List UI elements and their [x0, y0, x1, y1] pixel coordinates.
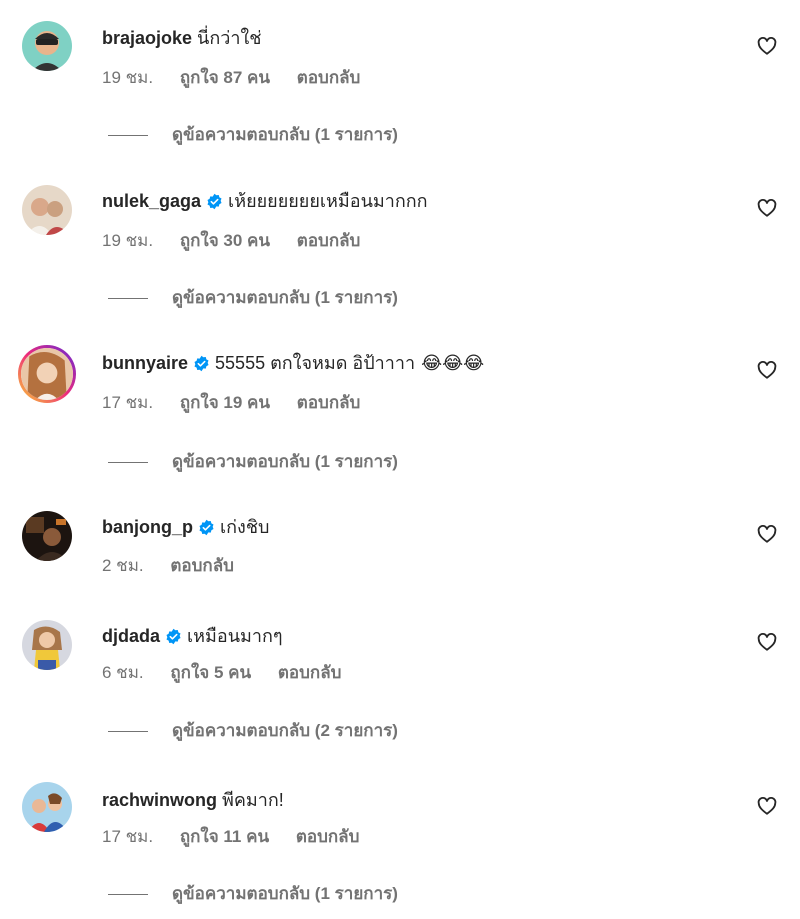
view-replies-label: ดูข้อความตอบกลับ (2 รายการ) — [172, 721, 398, 740]
comment-line: bunnyaire 55555 ตกใจหมด อิป้าาาา 😂😂😂 — [102, 351, 484, 375]
username[interactable]: rachwinwong — [102, 788, 217, 812]
likes-count[interactable]: ถูกใจ 30 คน — [180, 231, 270, 250]
laughing-emoji-icon: 😂😂😂 — [421, 353, 485, 373]
heart-outline-icon[interactable] — [756, 795, 778, 817]
username[interactable]: nulek_gaga — [102, 189, 201, 213]
avatar[interactable] — [22, 185, 72, 235]
reply-button[interactable]: ตอบกลับ — [297, 393, 361, 412]
timestamp[interactable]: 6 ชม. — [102, 663, 144, 682]
username[interactable]: djdada — [102, 624, 160, 648]
verified-badge-icon — [165, 628, 182, 645]
heart-outline-icon[interactable] — [756, 631, 778, 653]
likes-count[interactable]: ถูกใจ 5 คน — [170, 663, 251, 682]
view-replies-label: ดูข้อความตอบกลับ (1 รายการ) — [172, 452, 398, 471]
likes-count[interactable]: ถูกใจ 11 คน — [180, 827, 269, 846]
comment-line: banjong_p เก่งชิบ — [102, 515, 269, 539]
timestamp[interactable]: 19 ชม. — [102, 231, 153, 250]
username[interactable]: banjong_p — [102, 515, 193, 539]
reply-button[interactable]: ตอบกลับ — [297, 231, 361, 250]
comment-meta: 19 ชม. ถูกใจ 30 คน ตอบกลับ — [102, 230, 382, 252]
view-replies-button[interactable]: ดูข้อความตอบกลับ (2 รายการ) — [108, 720, 398, 742]
comment-text: 55555 ตกใจหมด อิป้าาาา — [215, 353, 416, 373]
comment-text: นี่กว่าใช่ — [197, 28, 262, 48]
divider — [108, 893, 148, 895]
divider — [108, 297, 148, 299]
reply-button[interactable]: ตอบกลับ — [170, 556, 234, 575]
username[interactable]: bunnyaire — [102, 351, 188, 375]
comment-text: พีคมาก! — [222, 790, 284, 810]
likes-count[interactable]: ถูกใจ 87 คน — [180, 68, 270, 87]
comment-line: djdada เหมือนมากๆ — [102, 624, 283, 648]
comment-text: เห้ยยยยยยยเหมือนมากกก — [228, 191, 428, 211]
timestamp[interactable]: 2 ชม. — [102, 556, 144, 575]
divider — [108, 461, 148, 463]
comment-line: nulek_gaga เห้ยยยยยยยเหมือนมากกก — [102, 189, 428, 213]
view-replies-button[interactable]: ดูข้อความตอบกลับ (1 รายการ) — [108, 124, 398, 146]
view-replies-label: ดูข้อความตอบกลับ (1 รายการ) — [172, 125, 398, 144]
avatar[interactable] — [22, 620, 72, 670]
reply-button[interactable]: ตอบกลับ — [297, 68, 361, 87]
likes-count[interactable]: ถูกใจ 19 คน — [180, 393, 270, 412]
comment-line: brajaojoke นี่กว่าใช่ — [102, 26, 261, 50]
verified-badge-icon — [206, 193, 223, 210]
comment-meta: 2 ชม. ตอบกลับ — [102, 555, 256, 577]
reply-button[interactable]: ตอบกลับ — [296, 827, 360, 846]
comment-text: เหมือนมากๆ — [187, 626, 283, 646]
view-replies-button[interactable]: ดูข้อความตอบกลับ (1 รายการ) — [108, 883, 398, 905]
verified-badge-icon — [198, 519, 215, 536]
timestamp[interactable]: 17 ชม. — [102, 393, 153, 412]
view-replies-button[interactable]: ดูข้อความตอบกลับ (1 รายการ) — [108, 451, 398, 473]
comment-text: เก่งชิบ — [220, 517, 270, 537]
timestamp[interactable]: 17 ชม. — [102, 827, 153, 846]
heart-outline-icon[interactable] — [756, 197, 778, 219]
view-replies-label: ดูข้อความตอบกลับ (1 รายการ) — [172, 884, 398, 903]
verified-badge-icon — [193, 355, 210, 372]
username[interactable]: brajaojoke — [102, 26, 192, 50]
heart-outline-icon[interactable] — [756, 359, 778, 381]
comment-meta: 17 ชม. ถูกใจ 19 คน ตอบกลับ — [102, 392, 382, 414]
heart-outline-icon[interactable] — [756, 35, 778, 57]
comment-meta: 17 ชม. ถูกใจ 11 คน ตอบกลับ — [102, 826, 381, 848]
view-replies-button[interactable]: ดูข้อความตอบกลับ (1 รายการ) — [108, 287, 398, 309]
comment-meta: 19 ชม. ถูกใจ 87 คน ตอบกลับ — [102, 67, 382, 89]
reply-button[interactable]: ตอบกลับ — [278, 663, 342, 682]
avatar[interactable] — [22, 782, 72, 832]
avatar[interactable] — [22, 21, 72, 71]
avatar[interactable] — [22, 511, 72, 561]
heart-outline-icon[interactable] — [756, 523, 778, 545]
view-replies-label: ดูข้อความตอบกลับ (1 รายการ) — [172, 288, 398, 307]
divider — [108, 134, 148, 136]
divider — [108, 730, 148, 732]
avatar[interactable] — [18, 345, 76, 403]
comment-line: rachwinwong พีคมาก! — [102, 788, 284, 812]
timestamp[interactable]: 19 ชม. — [102, 68, 153, 87]
comment-meta: 6 ชม. ถูกใจ 5 คน ตอบกลับ — [102, 662, 363, 684]
